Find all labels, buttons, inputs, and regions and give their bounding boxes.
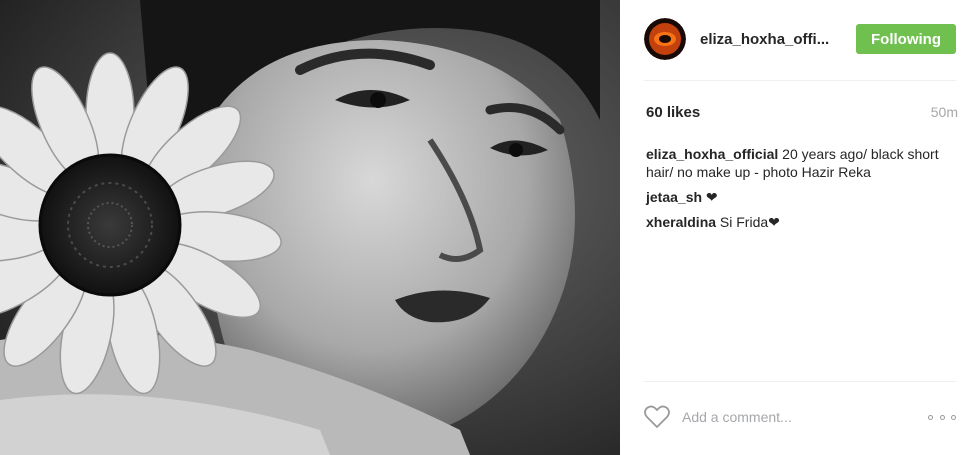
more-options-icon[interactable] [928,409,956,425]
following-button[interactable]: Following [856,24,956,54]
post-details-panel: eliza_hoxha_offi... Following 60 likes 5… [620,0,980,455]
comment-username[interactable]: eliza_hoxha_official [646,146,778,162]
add-comment-input[interactable]: Add a comment... [682,409,792,425]
likes-count[interactable]: 60 likes [646,104,700,121]
heart-icon[interactable] [644,405,670,429]
comment-item: xheraldina Si Frida❤ [646,213,961,231]
post-container: eliza_hoxha_offi... Following 60 likes 5… [0,0,980,455]
comment-text: ❤ [702,189,718,205]
username-link[interactable]: eliza_hoxha_offi... [700,31,842,48]
dot [939,414,945,420]
comments-list: eliza_hoxha_official 20 years ago/ black… [646,145,961,238]
divider [644,381,956,382]
portrait-image [0,0,620,455]
dot [951,414,956,420]
dot [928,414,933,420]
avatar-image [644,18,686,60]
comment-text: Si Frida❤ [716,214,780,230]
post-timestamp[interactable]: 50m [931,104,958,120]
avatar[interactable] [644,18,686,60]
post-photo[interactable] [0,0,620,455]
comment-item: jetaa_sh ❤ [646,188,961,206]
post-header: eliza_hoxha_offi... Following [644,18,964,60]
comment-username[interactable]: xheraldina [646,214,716,230]
divider [644,80,956,81]
comment-username[interactable]: jetaa_sh [646,189,702,205]
comment-bar: Add a comment... [644,400,956,434]
comment-item: eliza_hoxha_official 20 years ago/ black… [646,145,961,181]
